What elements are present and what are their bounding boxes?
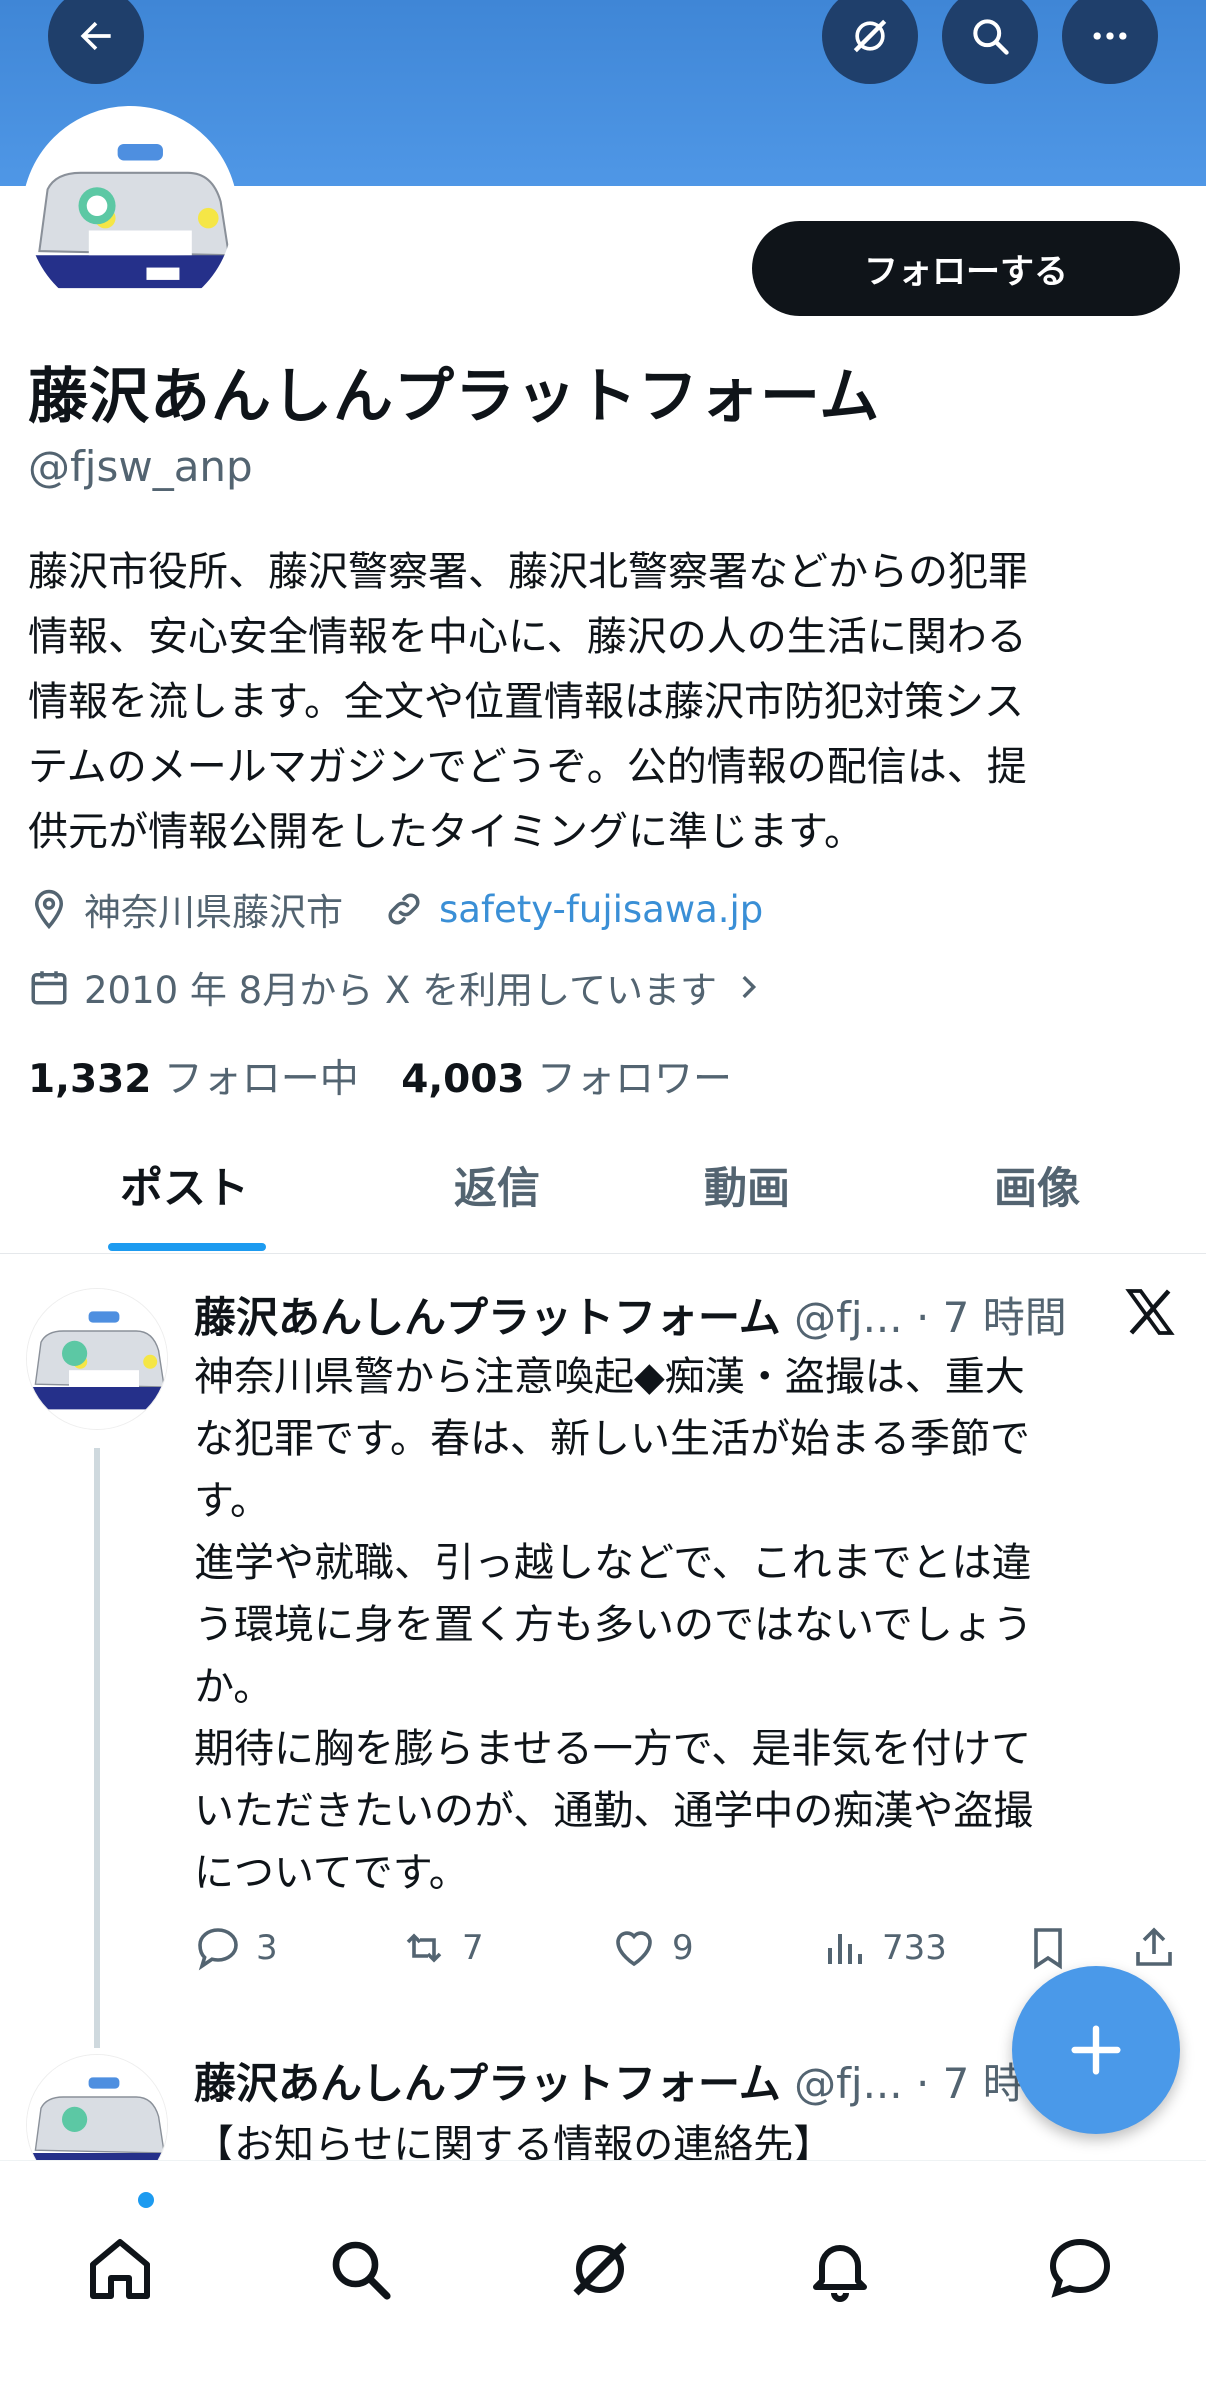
grok-icon [573,2242,627,2296]
reply-button[interactable]: 3 [194,1924,278,1972]
messages-icon [1049,2238,1111,2298]
followers-count: 4,003 [401,1057,525,1102]
views-button[interactable]: 733 [820,1924,947,1972]
following-link[interactable]: 1,332 フォロー中 [28,1057,359,1102]
bookmark-icon [1034,1928,1062,1970]
nav-notifications[interactable] [804,2233,876,2305]
notifications-icon [813,2245,867,2302]
follow-button[interactable]: フォローする [752,221,1180,316]
home-icon [90,2239,150,2299]
police-car-image [27,1289,167,1429]
follow-counts: 1,332 フォロー中 4,003 フォロワー [28,1048,732,1104]
repost-icon [406,1933,442,1963]
location-pin-icon [34,889,64,930]
post-avatar[interactable] [26,1288,168,1430]
profile-name: 藤沢あんしんプラットフォーム [28,362,881,432]
profile-website-link[interactable]: safety-fujisawa.jp [439,888,763,931]
home-notification-dot [138,2192,154,2208]
followers-link[interactable]: 4,003 フォロワー [401,1057,732,1102]
analytics-icon [828,1934,862,1964]
plus-icon [1071,2025,1121,2075]
x-logo-icon [1125,1289,1175,1335]
followers-label: フォロワー [536,1057,732,1102]
grok-icon [853,19,887,53]
profile-tabs: ポスト 返信 動画 画像 [0,1120,1206,1254]
search-icon [973,19,1009,55]
profile-joined-row[interactable]: 2010 年 8月から X を利用しています [28,960,779,1014]
view-count: 733 [882,1928,947,1968]
reply-count: 3 [256,1928,278,1968]
thread-line [94,1448,100,2048]
like-button[interactable]: 9 [610,1924,694,1972]
repost-button[interactable]: 7 [400,1924,484,1972]
following-label: フォロー中 [163,1057,359,1102]
reply-icon [198,1928,238,1971]
nav-home[interactable] [84,2233,156,2305]
profile-location: 神奈川県藤沢市 [84,891,343,934]
post-author-name[interactable]: 藤沢あんしんプラットフォーム [194,2059,781,2108]
post-text[interactable]: 神奈川県警から注意喚起◆痴漢・盗撮は、重大 な犯罪です。春は、新しい生活が始まる… [194,1346,1194,1904]
post-author-name[interactable]: 藤沢あんしんプラットフォーム [194,1293,781,1342]
nav-messages[interactable] [1044,2233,1116,2305]
compose-post-button[interactable] [1012,1966,1180,2134]
chevron-right-icon [742,975,757,999]
bookmark-button[interactable] [1024,1924,1086,1972]
heart-icon [616,1931,652,1967]
profile-meta-location-website: 神奈川県藤沢市 safety-fujisawa.jp [28,882,763,936]
following-count: 1,332 [28,1057,152,1102]
profile-avatar[interactable] [22,106,238,322]
bottom-navigation [0,2160,1206,2408]
police-car-image [27,111,233,317]
search-icon [332,2241,391,2300]
profile-bio: 藤沢市役所、藤沢警察署、藤沢北警察署などからの犯罪 情報、安心安全情報を中心に、… [28,549,1028,855]
post-meta: @fj... · 7 時間 [794,1293,1067,1342]
link-icon [388,893,420,925]
arrow-left-icon [80,21,111,51]
tab-posts[interactable]: ポスト [120,1154,249,1216]
nav-search[interactable] [324,2233,396,2305]
post-meta: @fj... · 7 時 [794,2059,1025,2108]
tab-active-indicator [108,1243,266,1251]
calendar-icon [31,971,67,1005]
profile-joined-date: 2010 年 8月から X を利用しています [84,969,717,1012]
repost-count: 7 [462,1928,484,1968]
share-button[interactable] [1130,1924,1192,1972]
profile-handle: @fjsw_anp [28,442,253,491]
more-icon [1093,32,1127,40]
like-count: 9 [672,1928,694,1968]
tab-videos[interactable]: 動画 [704,1154,790,1216]
tab-images[interactable]: 画像 [994,1154,1080,1216]
tab-replies[interactable]: 返信 [454,1154,540,1216]
post-header: 藤沢あんしんプラットフォーム @fj... · 7 時 [194,2050,1025,2111]
nav-grok[interactable] [564,2233,636,2305]
share-icon [1136,1927,1172,1966]
post-actions: 3 7 9 733 [194,1924,1194,1980]
post-header: 藤沢あんしんプラットフォーム @fj... · 7 時間 [194,1284,1067,1345]
